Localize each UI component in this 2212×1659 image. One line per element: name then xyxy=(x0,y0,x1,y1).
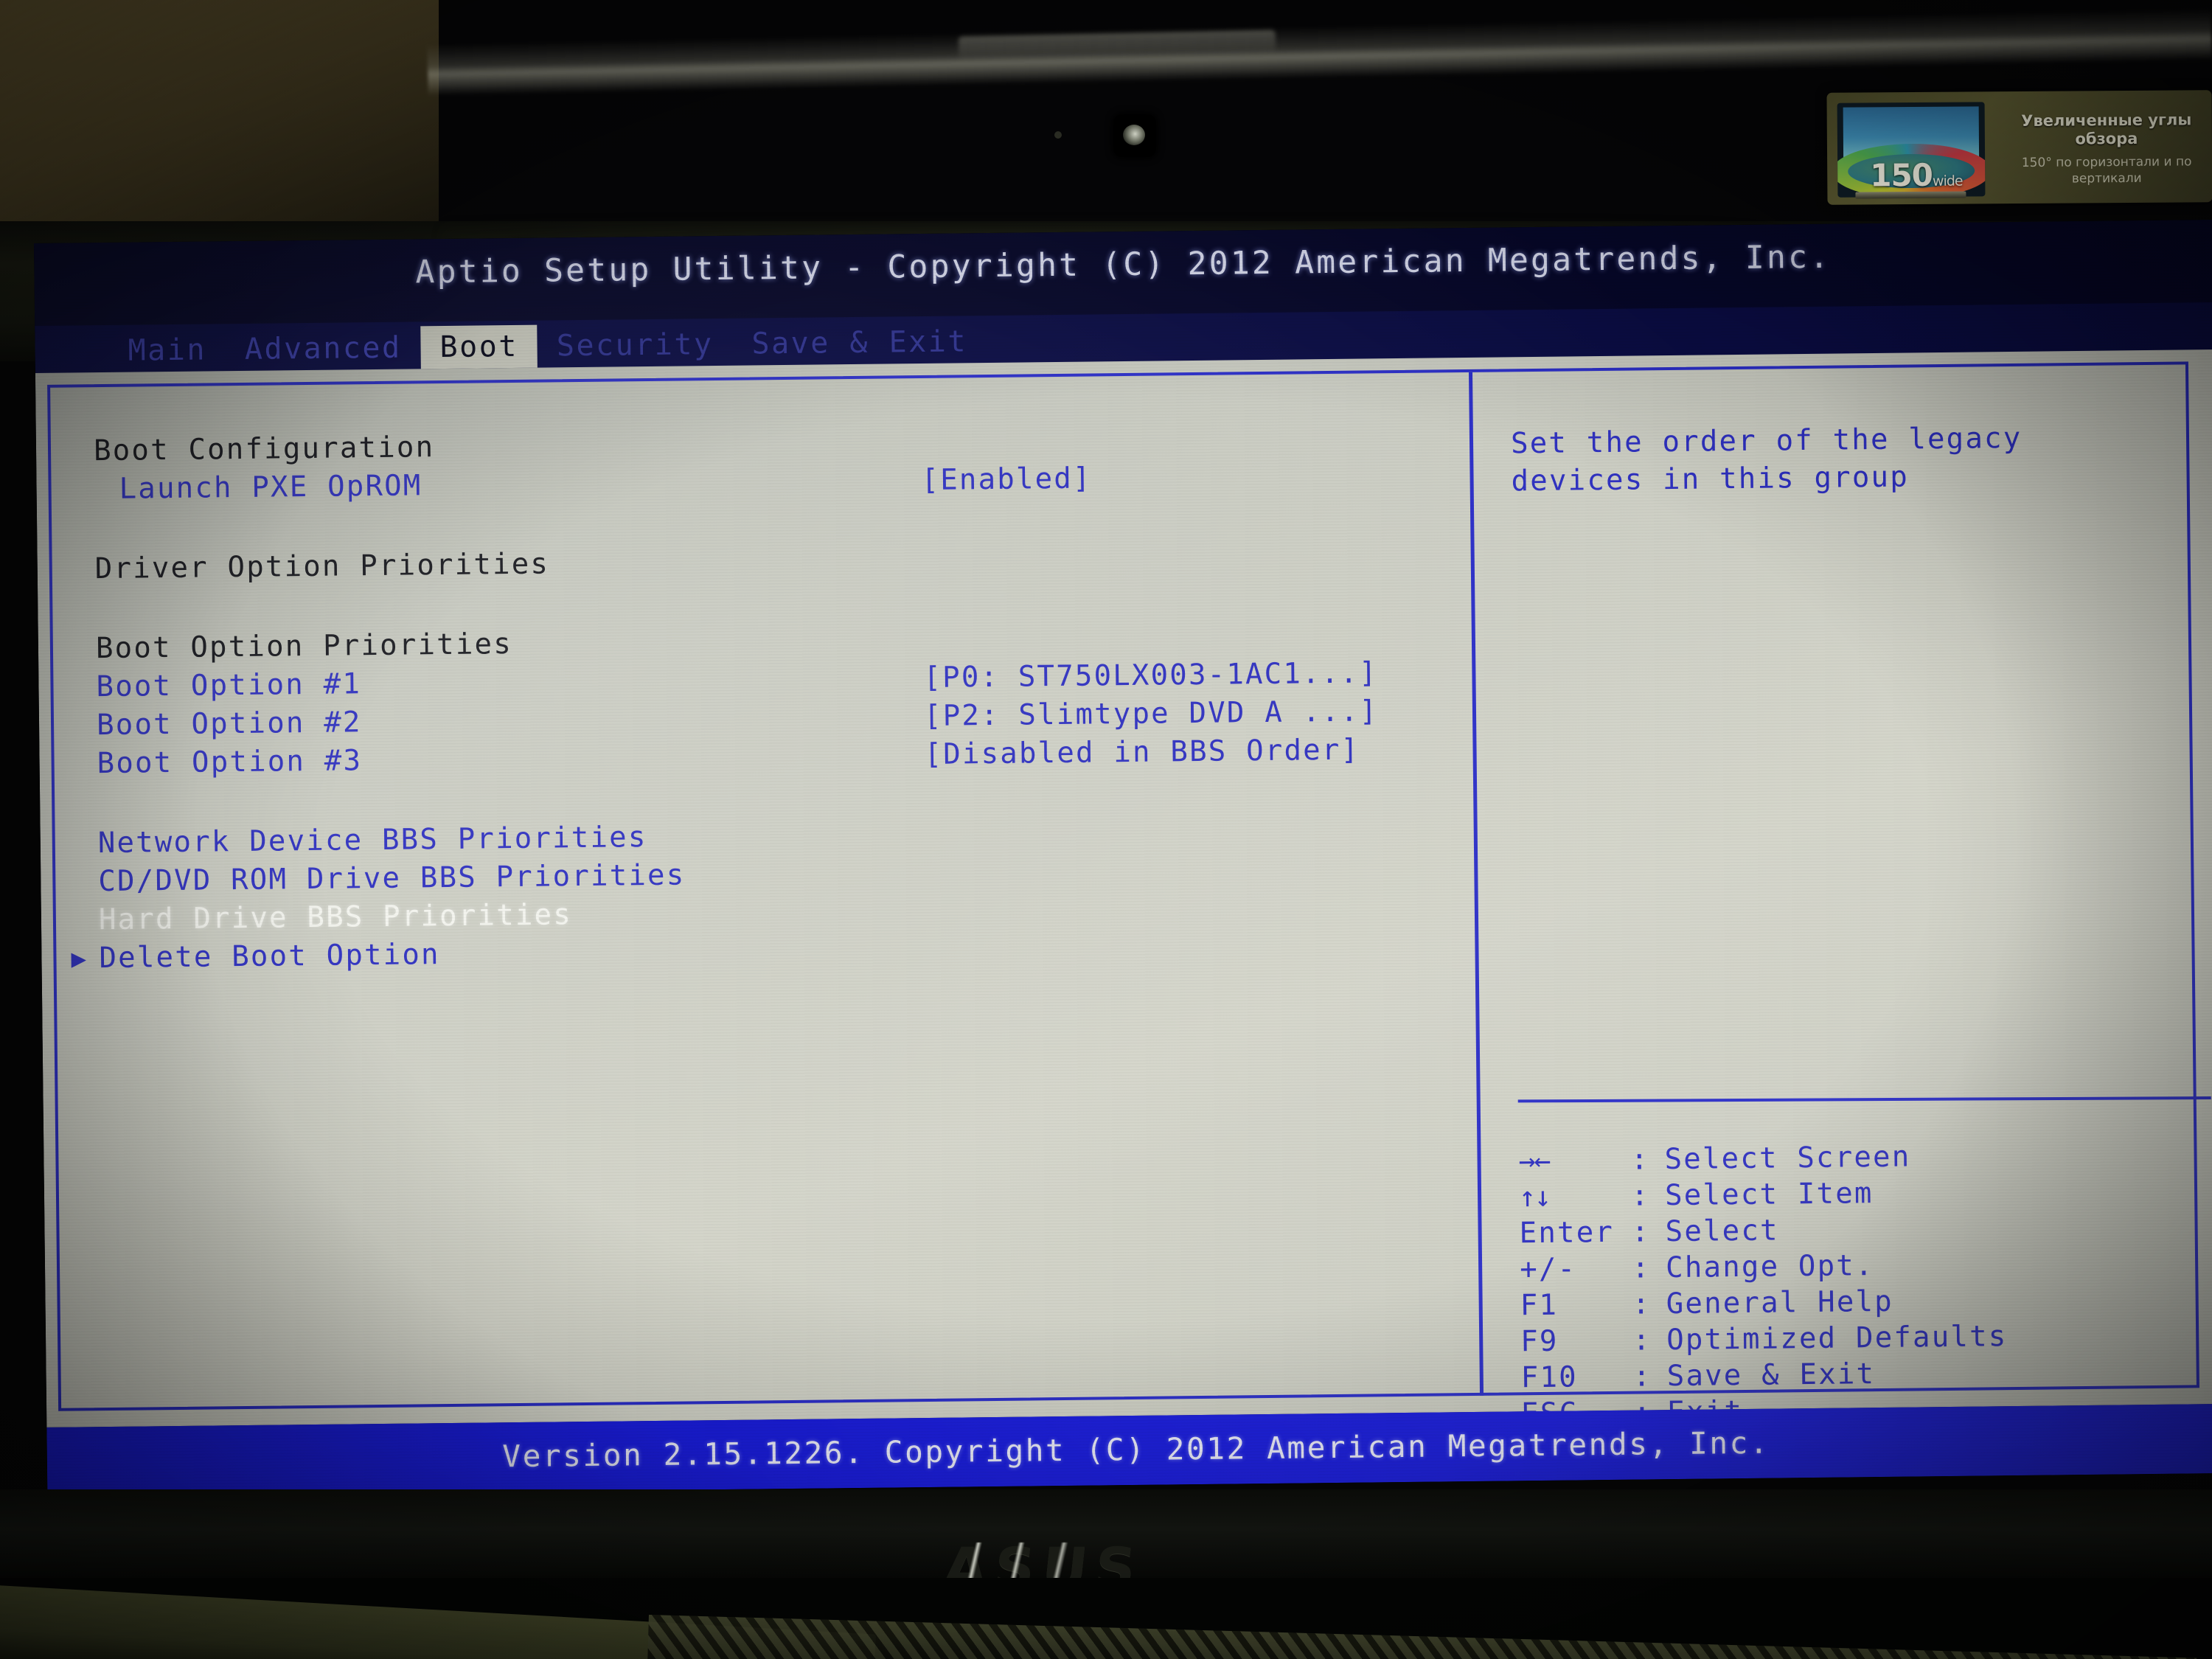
key-legend-row: ↑↓: Select Item xyxy=(1519,1175,2006,1217)
key-legend-row: F10: Save & Exit xyxy=(1521,1356,2008,1397)
bios-body-panel: Boot Configuration Launch PXE OpROM [Enabl… xyxy=(35,349,2212,1430)
tab-security[interactable]: Security xyxy=(538,323,733,368)
setting-value[interactable]: [Enabled] xyxy=(921,462,1092,496)
setting-label: Driver Option Priorities xyxy=(94,547,550,586)
sticker-copy: Увеличенные углы обзора 150° по горизонт… xyxy=(2000,111,2212,187)
key-name: F9 xyxy=(1520,1324,1559,1359)
key-legend-row: Enter: Select xyxy=(1519,1211,2006,1253)
submenu-arrow-icon: ▶ xyxy=(71,944,88,974)
bios-setup-utility: Aptio Setup Utility - Copyright (C) 2012… xyxy=(34,220,2212,1497)
key-action: Select Item xyxy=(1664,1177,1874,1213)
tab-main[interactable]: Main xyxy=(108,328,226,372)
boot-settings-list: Boot Configuration Launch PXE OpROM [Enabl… xyxy=(71,420,1456,980)
tab-boot[interactable]: Boot xyxy=(420,324,538,369)
arrow-key-icon: →← xyxy=(1518,1144,1550,1178)
key-action: Change Opt. xyxy=(1665,1249,1874,1285)
key-colon: : xyxy=(1632,1287,1652,1321)
key-name: +/- xyxy=(1519,1252,1577,1287)
tab-save-exit[interactable]: Save & Exit xyxy=(732,320,987,366)
key-action: Select Screen xyxy=(1664,1140,1911,1177)
key-legend: →←: Select Screen ↑↓: Select Item Enter: Sele… xyxy=(1518,1139,2008,1433)
viewing-angle-sticker: 150wide Увеличенные углы обзора 150° по … xyxy=(1826,90,2212,205)
key-legend-row: F9: Optimized Defaults xyxy=(1520,1320,2008,1361)
key-action: General Help xyxy=(1666,1284,1894,1321)
webcam-icon xyxy=(1113,114,1156,157)
key-action: Select xyxy=(1665,1214,1779,1249)
bios-title: Aptio Setup Utility - Copyright (C) 2012… xyxy=(415,238,1832,291)
sticker-stand xyxy=(1855,191,1966,199)
laptop-photo: 150wide Увеличенные углы обзора 150° по … xyxy=(0,0,2212,1659)
key-colon: : xyxy=(1632,1324,1652,1357)
sticker-badge: 150wide xyxy=(1870,157,1963,194)
key-colon: : xyxy=(1631,1251,1652,1285)
key-colon: : xyxy=(1630,1179,1651,1213)
setting-label: Hard Drive BBS Priorities xyxy=(98,898,573,937)
help-text: Set the order of the legacy devices in t… xyxy=(1511,418,2175,501)
sticker-headline: Увеличенные углы обзора xyxy=(2021,111,2192,148)
bios-version-text: Version 2.15.1226. Copyright (C) 2012 Am… xyxy=(502,1425,1770,1475)
setting-value[interactable]: [P0: ST750LX003-1AC1...] xyxy=(923,656,1378,695)
webcam-led-icon xyxy=(1054,131,1062,139)
sticker-subline: 150° по горизонтали и по вертикали xyxy=(2021,154,2192,187)
key-legend-row: F1: General Help xyxy=(1520,1284,2007,1325)
setting-value[interactable]: [Disabled in BBS Order] xyxy=(924,734,1360,771)
help-line-2: devices in this group xyxy=(1511,460,1910,498)
setting-label: Boot Option Priorities xyxy=(95,627,513,666)
setting-label: Boot Option #3 xyxy=(97,744,363,781)
key-action: Optimized Defaults xyxy=(1666,1320,2008,1357)
tab-advanced[interactable]: Advanced xyxy=(226,326,421,371)
key-name: F10 xyxy=(1520,1360,1579,1395)
setting-label: Launch PXE OpROM xyxy=(119,469,422,506)
key-colon: : xyxy=(1630,1143,1650,1177)
setting-value[interactable]: [P2: Slimtype DVD A ...] xyxy=(924,695,1379,733)
setting-label: Network Device BBS Priorities xyxy=(97,821,647,860)
room-wall xyxy=(0,0,442,243)
setting-label: Boot Configuration xyxy=(93,431,435,468)
setting-label: Boot Option #1 xyxy=(96,667,362,704)
key-legend-row: +/-: Change Opt. xyxy=(1520,1248,2007,1289)
arrow-key-icon: ↑↓ xyxy=(1518,1180,1551,1214)
key-name: F1 xyxy=(1520,1288,1559,1323)
setting-label: CD/DVD ROM Drive BBS Priorities xyxy=(98,858,686,899)
key-action: Save & Exit xyxy=(1666,1357,1876,1394)
key-legend-row: →←: Select Screen xyxy=(1518,1139,2006,1180)
laptop-screen: Aptio Setup Utility - Copyright (C) 2012… xyxy=(34,220,2212,1497)
key-name: Enter xyxy=(1519,1215,1615,1251)
sticker-badge-number: 150 xyxy=(1870,156,1933,194)
setting-label: Delete Boot Option xyxy=(99,938,440,975)
key-colon: : xyxy=(1632,1360,1652,1394)
setting-label: Boot Option #2 xyxy=(96,706,362,742)
sticker-badge-suffix: wide xyxy=(1932,173,1963,189)
key-colon: : xyxy=(1631,1215,1651,1249)
